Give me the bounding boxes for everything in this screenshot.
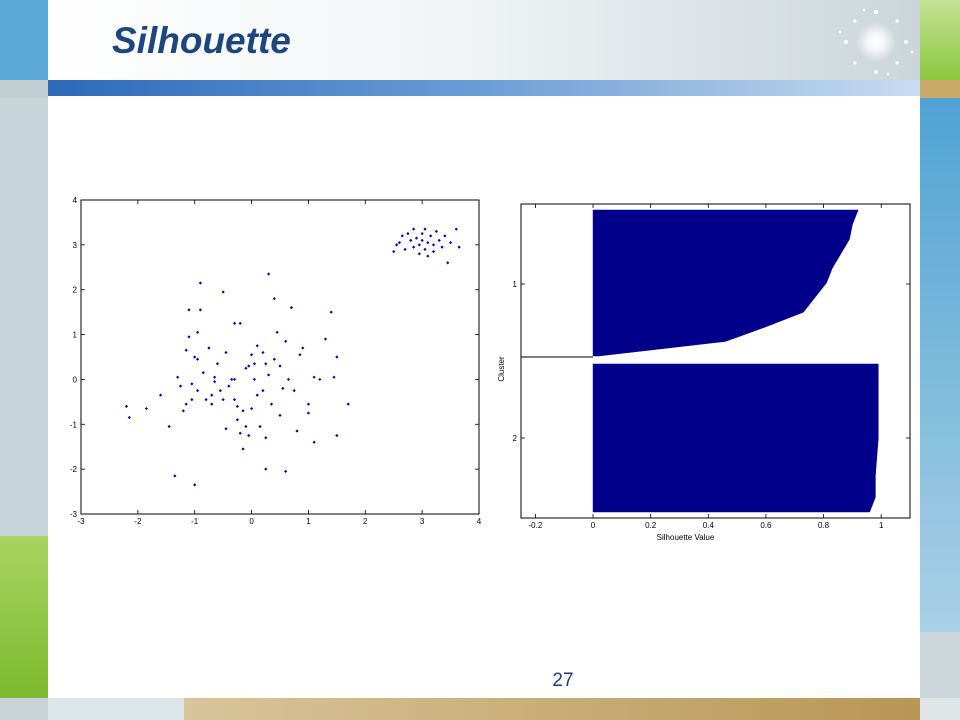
right-accent-blue: [920, 98, 960, 632]
y-tick-label: -1: [70, 420, 78, 429]
left-accent-bluegray: [0, 98, 48, 536]
y-tick-label: 1: [513, 280, 518, 289]
x-tick-label: 1: [879, 521, 884, 530]
right-accent-green: [920, 0, 960, 80]
footer-left-block: [48, 698, 184, 720]
x-tick-label: 0: [591, 521, 596, 530]
y-tick-label: 2: [513, 434, 518, 443]
right-accent-gray: [920, 632, 960, 698]
x-tick-label: 1: [306, 517, 311, 526]
left-accent-teal: [0, 0, 48, 80]
y-axis-label: Cluster: [497, 356, 506, 382]
scatter-plot: -3 -2 -1 0 1 2 3 4 -3 -2 -1 0 1 2 3 4: [70, 196, 482, 526]
page-number: 27: [552, 670, 574, 691]
y-tick-label: 3: [73, 241, 78, 250]
left-accent-light: [0, 698, 48, 720]
x-tick-label: 0.2: [645, 521, 657, 530]
x-tick-label: 0.8: [818, 521, 830, 530]
x-tick-label: -2: [134, 517, 142, 526]
x-axis-label: Silhouette Value: [657, 533, 715, 542]
silhouette-bar-cluster-2: [592, 363, 879, 513]
y-tick-label: 1: [73, 331, 78, 340]
header-divider-bar: [48, 80, 920, 96]
left-accent-green: [0, 536, 48, 698]
x-tick-label: 0.4: [703, 521, 715, 530]
slide-title: Silhouette: [112, 20, 291, 61]
x-tick-label: 0: [249, 517, 254, 526]
y-tick-label: 0: [73, 375, 78, 384]
x-tick-label: 4: [477, 517, 482, 526]
x-tick-label: 2: [363, 517, 368, 526]
x-tick-label: -1: [191, 517, 199, 526]
plot-area: [80, 199, 480, 515]
right-accent-tan: [920, 80, 960, 98]
sparkle-logo-icon: [838, 8, 914, 76]
y-tick-label: -2: [70, 465, 78, 474]
y-tick-label: 4: [73, 196, 78, 205]
y-tick-label: 2: [73, 286, 78, 295]
silhouette-plot: -0.2 0 0.2 0.4 0.6 0.8 1 1 2 Silhouette Value Clus…: [497, 203, 911, 542]
left-accent-gray: [0, 80, 48, 98]
x-tick-label: -3: [77, 517, 85, 526]
footer-bar: [184, 698, 920, 720]
y-tick-label: -3: [70, 510, 78, 519]
right-accent-light: [920, 698, 960, 720]
x-tick-label: 0.6: [760, 521, 772, 530]
x-tick-label: 3: [420, 517, 425, 526]
x-tick-label: -0.2: [529, 521, 543, 530]
